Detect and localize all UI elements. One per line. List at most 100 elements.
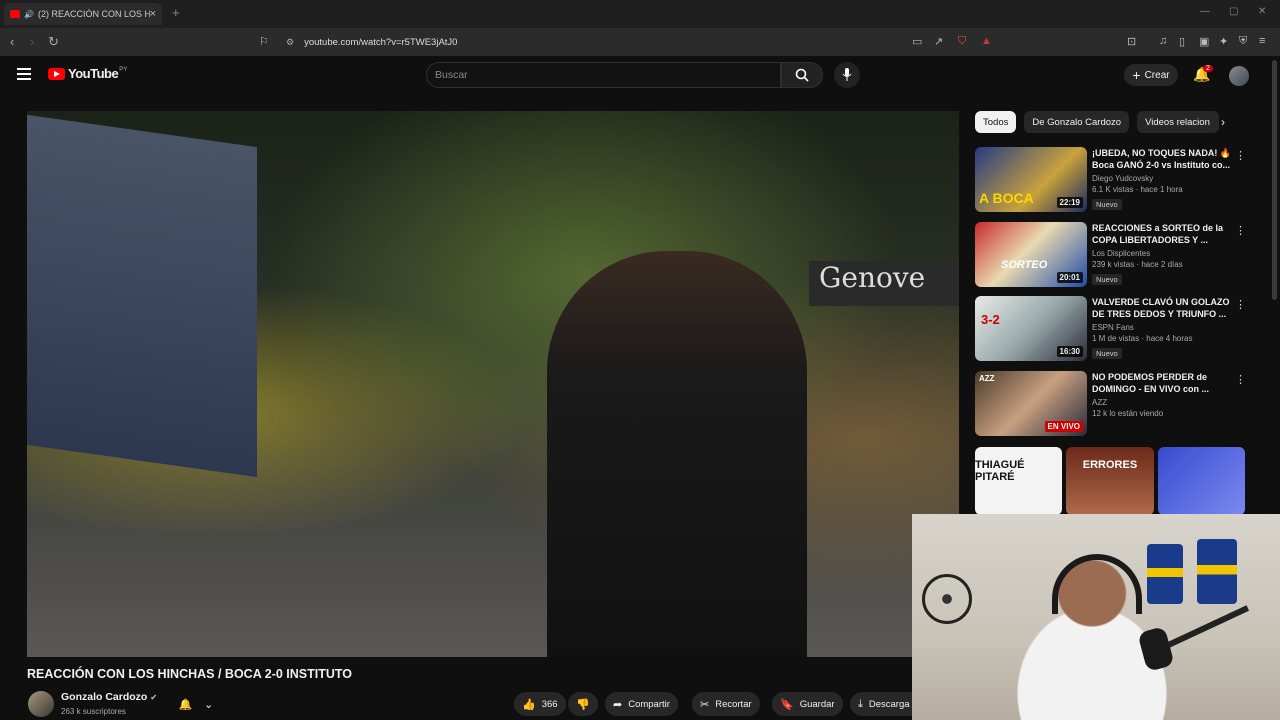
close-tab-icon[interactable]: × <box>150 8 156 20</box>
short-thumbnail[interactable]: THIAGUÉ PITARÉ <box>975 447 1063 515</box>
list-item[interactable]: AZZ EN VIVO NO PODEMOS PERDER de DOMINGO… <box>975 371 1246 439</box>
vpn-icon[interactable]: ⛨ <box>1239 35 1247 48</box>
search-icon <box>795 68 809 82</box>
sidebar-toggle-icon[interactable]: ▯ <box>1179 35 1185 48</box>
more-options-icon[interactable]: ⋮ <box>1235 298 1246 311</box>
cast-icon[interactable]: ▭ <box>912 35 922 48</box>
leo-ai-icon[interactable]: ✦ <box>1219 35 1228 48</box>
channel-name-text: Gonzalo Cardozo <box>61 691 148 703</box>
verified-icon: ✔ <box>150 693 158 702</box>
video-frame-stadium <box>27 114 257 478</box>
minimize-icon[interactable]: — <box>1200 6 1210 17</box>
thumbs-down-icon: 👎 <box>576 698 590 711</box>
maximize-icon[interactable]: ▢ <box>1229 6 1238 17</box>
save-label: Guardar <box>799 698 835 710</box>
download-button[interactable]: ⤓ Descarga <box>850 692 914 716</box>
bookmark-icon[interactable]: ⚐ <box>259 35 269 48</box>
thumbnail-text: AZZ <box>979 374 995 383</box>
chevron-right-icon[interactable]: › <box>1221 115 1225 129</box>
microphone-icon <box>842 68 852 81</box>
create-button[interactable]: + Crear <box>1124 64 1178 86</box>
more-options-icon[interactable]: ⋮ <box>1235 149 1246 162</box>
hamburger-menu-icon[interactable] <box>17 68 31 83</box>
video-thumbnail[interactable]: 3-2 16:30 <box>975 296 1087 361</box>
browser-menu-icon[interactable]: ≡ <box>1259 35 1265 47</box>
new-badge: Nuevo <box>1092 199 1122 210</box>
share-page-icon[interactable]: ↗ <box>934 35 943 48</box>
rec-title: NO PODEMOS PERDER de DOMINGO - EN VIVO c… <box>1092 372 1210 394</box>
wallet-icon[interactable]: ▣ <box>1199 35 1209 48</box>
scissors-icon: ✂ <box>700 698 710 711</box>
create-label: Crear <box>1144 69 1170 81</box>
screenshot-icon[interactable]: ⊡ <box>1127 35 1136 48</box>
youtube-header: YouTube PY Buscar + Crear 🔔 2 <box>0 56 1280 96</box>
reload-icon[interactable]: ↻ <box>48 34 59 50</box>
youtube-favicon-icon <box>10 10 20 18</box>
more-options-icon[interactable]: ⋮ <box>1235 224 1246 237</box>
rec-title: ¡UBEDA, NO TOQUES NADA! 🔥 Boca GANÓ 2-0 … <box>1092 148 1232 170</box>
download-icon: ⤓ <box>858 697 863 710</box>
notification-badge: 2 <box>1203 65 1213 72</box>
video-duration: 22:19 <box>1056 197 1083 208</box>
video-player[interactable]: Genove <box>27 111 959 657</box>
address-bar[interactable]: ⚙ youtube.com/watch?v=r5TWE3jAtJ0 <box>278 31 998 53</box>
forward-icon[interactable]: › <box>30 34 34 49</box>
close-window-icon[interactable]: ✕ <box>1258 6 1266 17</box>
subscription-bell-button[interactable]: 🔔 ⌄ <box>173 692 219 716</box>
share-button[interactable]: ➦ Compartir <box>605 692 678 716</box>
rec-channel[interactable]: Diego Yudcovsky <box>1092 174 1232 183</box>
media-icon[interactable]: ♫ <box>1159 35 1167 47</box>
download-label: Descarga <box>868 698 910 710</box>
chip-todos[interactable]: Todos <box>975 111 1017 133</box>
video-thumbnail[interactable]: SORTEO 20:01 <box>975 222 1087 287</box>
video-title: REACCIÓN CON LOS HINCHAS / BOCA 2-0 INST… <box>27 667 353 681</box>
new-tab-icon[interactable]: + <box>172 5 180 20</box>
chevron-down-icon: ⌄ <box>204 698 214 711</box>
video-thumbnail[interactable]: A BOCA 22:19 <box>975 147 1087 212</box>
list-item[interactable]: SORTEO 20:01 REACCIONES a SORTEO de la C… <box>975 222 1246 290</box>
rec-meta: 1 M de vistas · hace 4 horas <box>1092 334 1193 343</box>
thumbnail-text: 3-2 <box>981 312 1000 327</box>
like-button[interactable]: 👍 366 <box>514 692 566 716</box>
audio-playing-icon[interactable]: 🔊 <box>24 10 34 19</box>
youtube-play-icon <box>48 67 65 80</box>
video-frame-sign: Genove <box>809 261 959 306</box>
chip-related[interactable]: Videos relacion <box>1137 111 1220 133</box>
site-info-icon[interactable]: ⚙ <box>286 37 294 48</box>
rec-channel[interactable]: AZZ <box>1092 398 1232 407</box>
channel-avatar[interactable] <box>28 691 54 717</box>
more-options-icon[interactable]: ⋮ <box>1235 373 1246 386</box>
short-thumbnail[interactable] <box>1157 447 1245 515</box>
country-code: PY <box>119 66 128 73</box>
rewards-icon[interactable]: ▲ <box>981 35 992 47</box>
browser-tabbar: 🔊 (2) REACCIÓN CON LOS HIN × + — ▢ ✕ <box>0 0 1280 28</box>
chip-channel[interactable]: De Gonzalo Cardozo <box>1024 111 1130 133</box>
video-thumbnail[interactable]: AZZ EN VIVO <box>975 371 1087 436</box>
list-item[interactable]: 3-2 16:30 VALVERDE CLAVÓ UN GOLAZO DE TR… <box>975 296 1246 364</box>
clip-button[interactable]: ✂ Recortar <box>692 692 760 716</box>
search-input[interactable]: Buscar <box>426 62 781 88</box>
rec-channel[interactable]: Los Displicentes <box>1092 249 1232 258</box>
clip-label: Recortar <box>715 698 752 710</box>
thumbnail-text: A BOCA <box>979 190 1034 206</box>
rec-title: VALVERDE CLAVÓ UN GOLAZO DE TRES DEDOS Y… <box>1092 297 1230 319</box>
back-icon[interactable]: ‹ <box>10 34 14 49</box>
rec-title: REACCIONES a SORTEO de la COPA LIBERTADO… <box>1092 223 1224 245</box>
browser-tab[interactable]: 🔊 (2) REACCIÓN CON LOS HIN × <box>4 3 162 25</box>
page-scrollbar[interactable] <box>1272 60 1277 300</box>
search-button[interactable] <box>781 62 823 88</box>
rec-channel[interactable]: ESPN Fans <box>1092 323 1232 332</box>
list-item[interactable]: A BOCA 22:19 ¡UBEDA, NO TOQUES NADA! 🔥 B… <box>975 147 1246 215</box>
youtube-logo[interactable]: YouTube PY <box>48 66 127 81</box>
video-frame-person <box>547 251 807 657</box>
account-avatar[interactable] <box>1229 66 1249 86</box>
dislike-button[interactable]: 👎 <box>568 692 598 716</box>
share-icon: ➦ <box>613 698 623 711</box>
channel-name[interactable]: Gonzalo Cardozo ✔ <box>61 691 157 703</box>
voice-search-button[interactable] <box>834 62 860 88</box>
save-button[interactable]: 🔖 Guardar <box>772 692 843 716</box>
brave-shield-icon[interactable]: ⛉ <box>958 35 966 48</box>
short-thumbnail[interactable]: ERRORES <box>1066 447 1154 515</box>
search-placeholder: Buscar <box>435 69 468 81</box>
url-text: youtube.com/watch?v=r5TWE3jAtJ0 <box>304 36 458 48</box>
